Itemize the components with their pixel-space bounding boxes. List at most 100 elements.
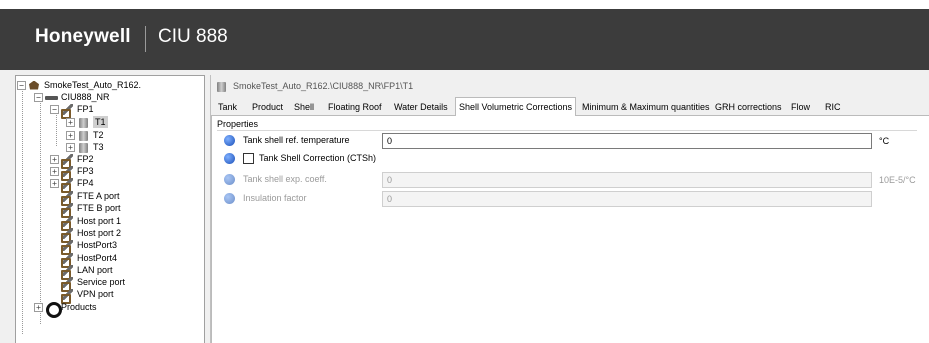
- tree-node-hostport3[interactable]: HostPort3: [61, 239, 118, 255]
- tree-label: HostPort3: [77, 240, 118, 250]
- collapse-toggle[interactable]: −: [34, 92, 43, 102]
- tab-ric[interactable]: RIC: [822, 100, 844, 116]
- section-title: Properties: [217, 119, 259, 129]
- info-icon[interactable]: [224, 174, 235, 185]
- tree-label: FP4: [77, 178, 94, 188]
- tab-bar: Tank Product Shell Floating Roof Water D…: [211, 97, 929, 116]
- tree-node-host-port-2[interactable]: Host port 2: [61, 227, 122, 243]
- tree-node-t3[interactable]: + T3: [66, 141, 104, 153]
- tree-label: FP1: [77, 104, 94, 114]
- field-port-icon: [61, 177, 74, 193]
- ref-temp-input[interactable]: 0: [382, 133, 872, 149]
- tree-node-ciu[interactable]: − CIU888_NR: [34, 91, 110, 103]
- port-icon: [61, 239, 74, 255]
- tree-label: Host port 2: [77, 228, 122, 238]
- tree-node-fp4[interactable]: + FP4: [50, 177, 94, 193]
- tree-label: FTE A port: [77, 191, 120, 201]
- info-icon[interactable]: [224, 135, 235, 146]
- tab-tank[interactable]: Tank: [215, 100, 240, 116]
- breadcrumb: SmokeTest_Auto_R162.\CIU888_NR\FP1\T1: [215, 78, 895, 94]
- expand-toggle[interactable]: +: [34, 302, 43, 312]
- expand-toggle[interactable]: +: [66, 117, 75, 127]
- tab-flow[interactable]: Flow: [788, 100, 813, 116]
- tree-label: Service port: [77, 277, 126, 287]
- tree-node-vpn-port[interactable]: VPN port: [61, 288, 114, 304]
- tree-node-fte-a-port[interactable]: FTE A port: [61, 190, 120, 206]
- tree-node-fp2[interactable]: + FP2: [50, 153, 94, 169]
- port-icon: [61, 215, 74, 231]
- port-icon: [61, 190, 74, 206]
- tree-label: FP3: [77, 166, 94, 176]
- tree-label: SmokeTest_Auto_R162.: [44, 80, 142, 90]
- ctsh-checkbox[interactable]: [243, 153, 254, 164]
- tree-label: Host port 1: [77, 216, 122, 226]
- tree-label: Products: [61, 302, 97, 312]
- expand-toggle[interactable]: +: [50, 154, 59, 164]
- tree-label: FP2: [77, 154, 94, 164]
- exp-coeff-row: Tank shell exp. coeff. 0 10E-5/°C: [224, 172, 924, 188]
- tree-node-fp3[interactable]: + FP3: [50, 165, 94, 181]
- tab-product[interactable]: Product: [249, 100, 286, 116]
- collapse-toggle[interactable]: −: [50, 104, 59, 114]
- tab-shell[interactable]: Shell: [291, 100, 317, 116]
- port-icon: [61, 288, 74, 304]
- expand-toggle[interactable]: +: [66, 130, 75, 140]
- tree-label: FTE B port: [77, 203, 121, 213]
- tree-node-fte-b-port[interactable]: FTE B port: [61, 202, 121, 218]
- tank-icon: [77, 142, 90, 153]
- info-icon[interactable]: [224, 193, 235, 204]
- insulation-input[interactable]: 0: [382, 191, 872, 207]
- field-port-icon: [61, 103, 74, 119]
- tab-water-details[interactable]: Water Details: [391, 100, 451, 116]
- tree-node-hostport4[interactable]: HostPort4: [61, 252, 117, 268]
- tab-grh-corrections[interactable]: GRH corrections: [712, 100, 785, 116]
- ref-temp-label: Tank shell ref. temperature: [243, 135, 350, 145]
- port-icon: [61, 202, 74, 218]
- ciu-icon: [45, 92, 58, 103]
- tab-floating-roof[interactable]: Floating Roof: [325, 100, 385, 116]
- tree-node-lan-port[interactable]: LAN port: [61, 264, 113, 280]
- tree-node-service-port[interactable]: Service port: [61, 276, 126, 292]
- tree-node-site[interactable]: − SmokeTest_Auto_R162.: [17, 79, 141, 91]
- field-port-icon: [61, 153, 74, 169]
- top-strip: [0, 0, 929, 9]
- tree-label: T2: [93, 130, 104, 140]
- port-icon: [61, 264, 74, 280]
- info-icon[interactable]: [224, 153, 235, 164]
- tree-node-t1[interactable]: + T1: [66, 116, 108, 128]
- details-panel: SmokeTest_Auto_R162.\CIU888_NR\FP1\T1 Ta…: [210, 75, 929, 343]
- brand-logo: Honeywell: [35, 26, 131, 47]
- app-header: Honeywell CIU 888: [0, 9, 929, 70]
- tree-node-t2[interactable]: + T2: [66, 129, 104, 141]
- header-divider: [145, 26, 146, 52]
- expand-toggle[interactable]: +: [50, 178, 59, 188]
- tab-shell-volumetric-corrections[interactable]: Shell Volumetric Corrections: [455, 97, 577, 116]
- tree-label: CIU888_NR: [61, 92, 110, 102]
- tab-content: Properties Tank shell ref. temperature 0…: [211, 116, 929, 343]
- ref-temp-unit: °C: [879, 136, 890, 146]
- exp-coeff-input[interactable]: 0: [382, 172, 872, 188]
- product-title: CIU 888: [158, 26, 228, 47]
- tree-node-products[interactable]: + Products: [34, 301, 97, 318]
- tank-icon: [77, 117, 90, 128]
- tree-label: T1: [93, 116, 108, 128]
- expand-toggle[interactable]: +: [66, 142, 75, 152]
- port-icon: [61, 276, 74, 292]
- collapse-toggle[interactable]: −: [17, 80, 26, 90]
- tree-node-host-port-1[interactable]: Host port 1: [61, 215, 122, 231]
- port-icon: [61, 227, 74, 243]
- tank-icon: [77, 130, 90, 141]
- workspace: − SmokeTest_Auto_R162. − CIU888_NR − FP1…: [0, 70, 929, 343]
- site-icon: [28, 80, 41, 91]
- field-port-icon: [61, 165, 74, 181]
- exp-coeff-label: Tank shell exp. coeff.: [243, 174, 327, 184]
- tree-label: VPN port: [77, 289, 114, 299]
- products-icon: [45, 301, 62, 318]
- tab-min-max-quantities[interactable]: Minimum & Maximum quantities: [579, 100, 713, 116]
- insulation-label: Insulation factor: [243, 193, 307, 203]
- ctsh-label[interactable]: Tank Shell Correction (CTSh): [259, 153, 376, 163]
- configuration-tree[interactable]: − SmokeTest_Auto_R162. − CIU888_NR − FP1…: [15, 75, 205, 343]
- exp-coeff-unit: 10E-5/°C: [879, 175, 916, 185]
- expand-toggle[interactable]: +: [50, 166, 59, 176]
- tree-node-fp1[interactable]: − FP1: [50, 103, 94, 119]
